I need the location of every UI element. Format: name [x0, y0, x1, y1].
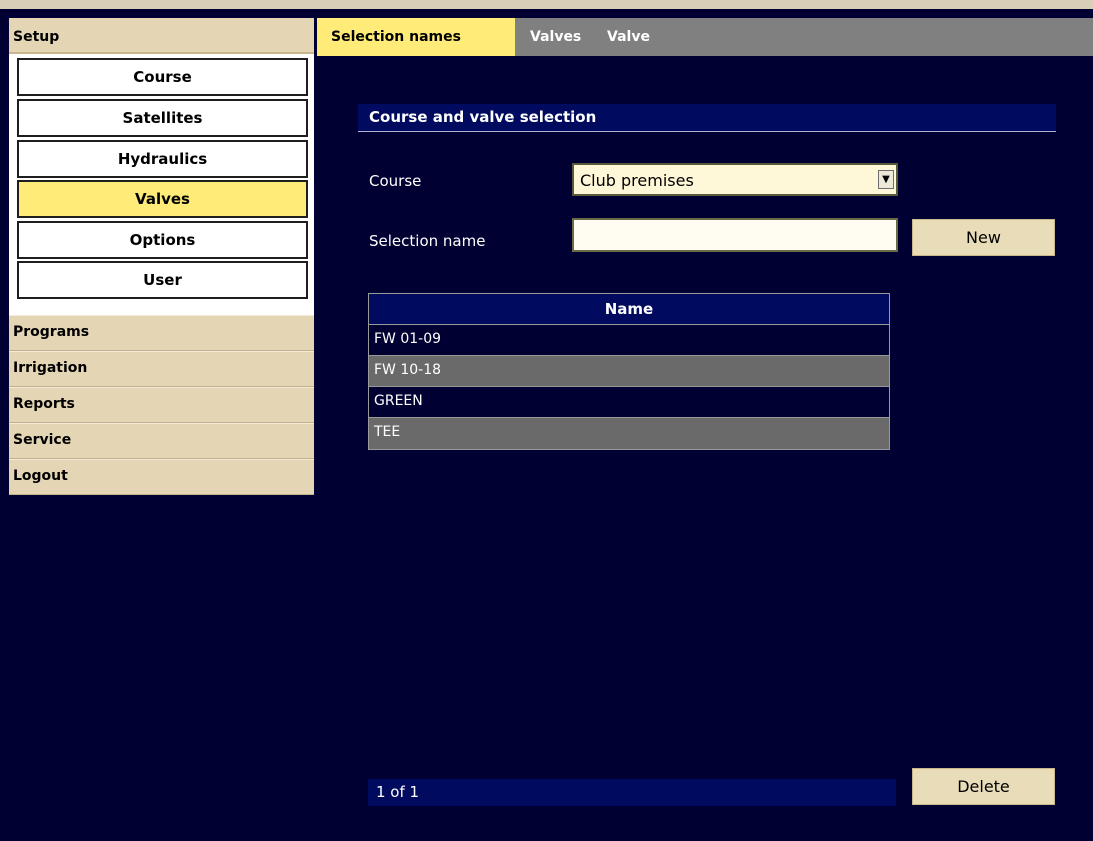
sidebar-item-logout[interactable]: Logout [9, 459, 314, 495]
table-row[interactable]: GREEN [369, 387, 889, 418]
setup-submenu: Course Satellites Hydraulics Valves Opti… [9, 54, 314, 333]
sidebar-item-reports[interactable]: Reports [9, 387, 314, 423]
submenu-item-options[interactable]: Options [17, 221, 308, 259]
selection-name-label: Selection name [369, 232, 486, 250]
course-select-value: Club premises [580, 171, 694, 190]
left-border [0, 9, 9, 841]
pager: 1 of 1 [368, 779, 896, 806]
delete-button[interactable]: Delete [912, 768, 1055, 805]
selection-name-input[interactable] [572, 218, 898, 252]
submenu-item-satellites[interactable]: Satellites [17, 99, 308, 137]
dropdown-arrow-icon[interactable]: ▼ [878, 170, 894, 189]
tab-selection-names[interactable]: Selection names [317, 18, 515, 56]
submenu-item-valves[interactable]: Valves [17, 180, 308, 218]
sidebar-item-programs[interactable]: Programs [9, 315, 314, 351]
selection-names-table: Name FW 01-09 FW 10-18 GREEN TEE [368, 293, 890, 450]
course-label: Course [369, 172, 422, 190]
section-title: Course and valve selection [358, 104, 1056, 132]
tab-valve[interactable]: Valve [607, 18, 650, 56]
tab-bar: Selection names Valves Valve [317, 18, 1093, 56]
table-row[interactable]: FW 01-09 [369, 325, 889, 356]
sidebar-item-setup[interactable]: Setup [9, 18, 314, 54]
new-button[interactable]: New [912, 219, 1055, 256]
top-strip [0, 0, 1093, 9]
sidebar-item-service[interactable]: Service [9, 423, 314, 459]
course-select[interactable]: Club premises ▼ [572, 163, 898, 196]
table-header-name[interactable]: Name [369, 294, 889, 325]
submenu-item-hydraulics[interactable]: Hydraulics [17, 140, 308, 178]
submenu-item-user[interactable]: User [17, 261, 308, 299]
tab-valves[interactable]: Valves [530, 18, 581, 56]
table-row[interactable]: TEE [369, 418, 889, 449]
table-row[interactable]: FW 10-18 [369, 356, 889, 387]
submenu-item-course[interactable]: Course [17, 58, 308, 96]
sidebar-item-irrigation[interactable]: Irrigation [9, 351, 314, 387]
